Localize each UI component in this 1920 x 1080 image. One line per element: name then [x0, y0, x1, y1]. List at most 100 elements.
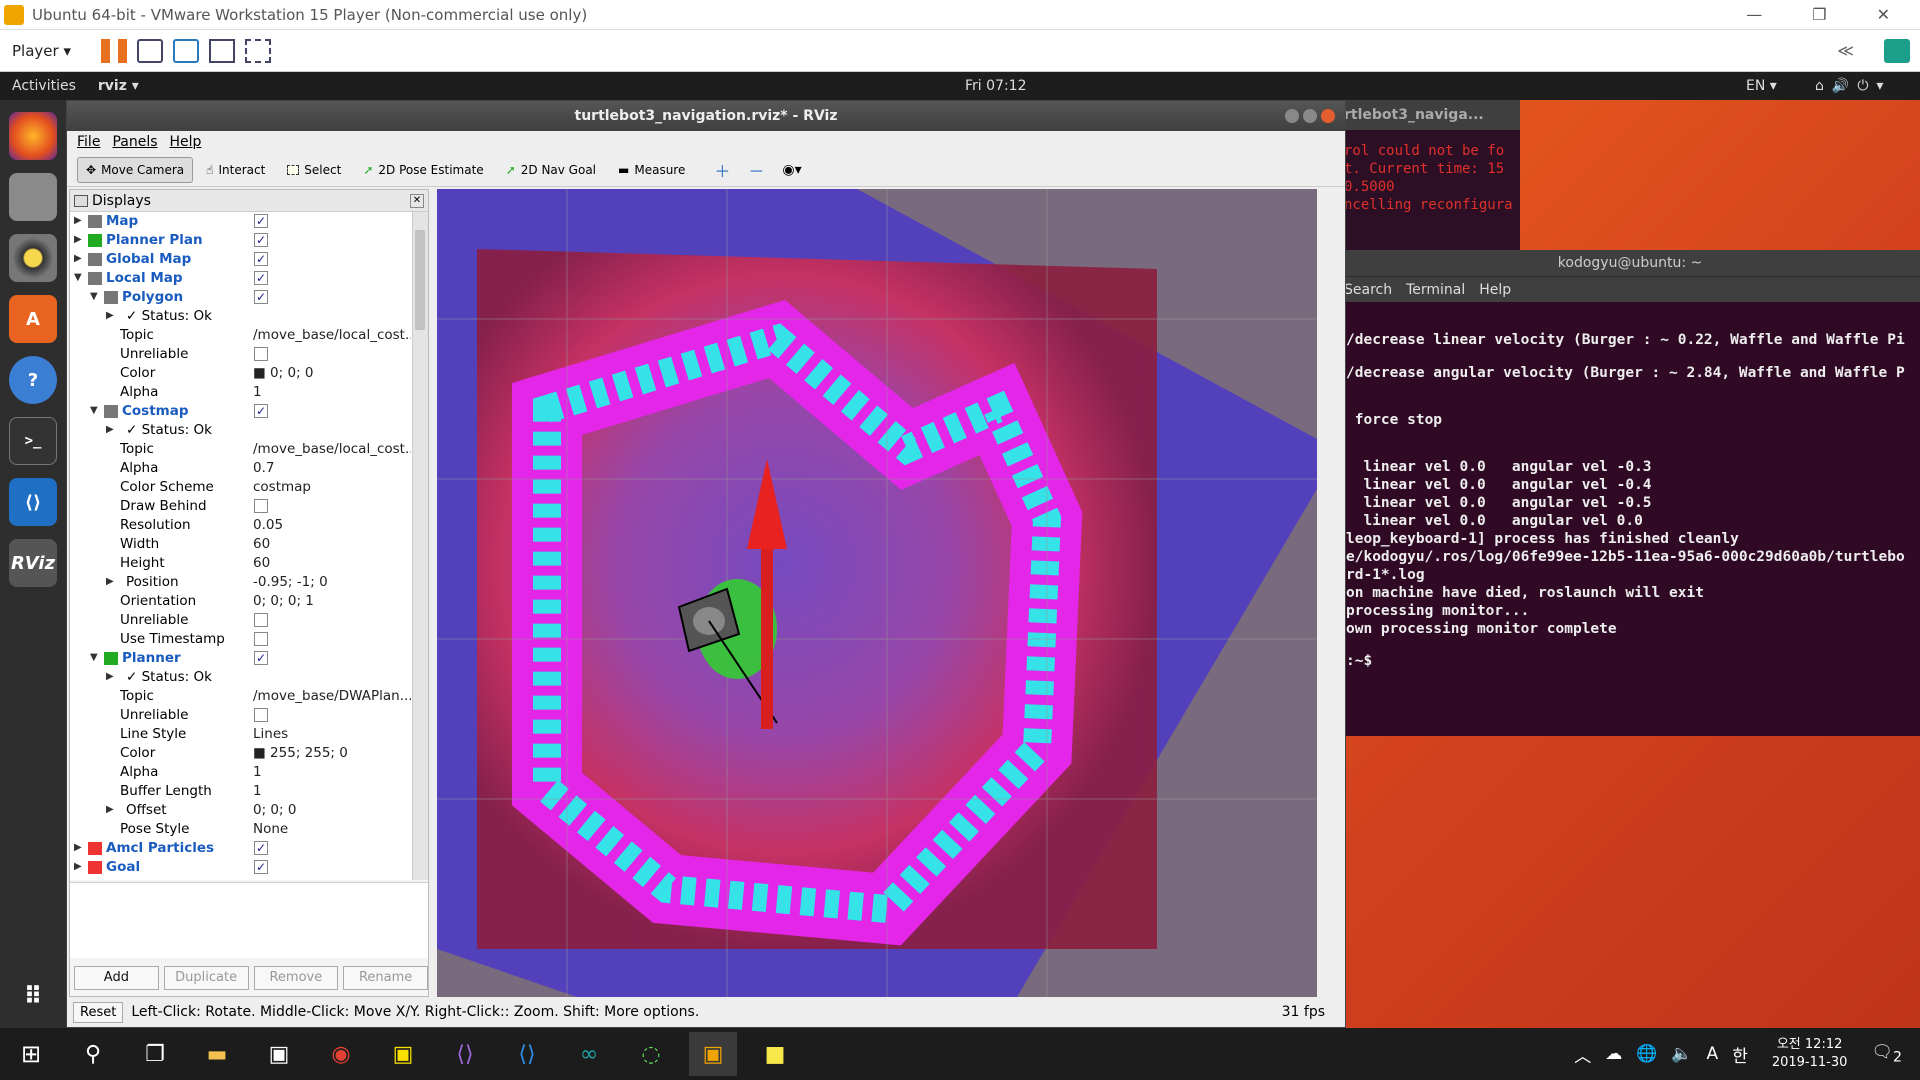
show-applications-icon[interactable]: ⠿ — [9, 972, 57, 1020]
menu-help-rviz[interactable]: Help — [170, 134, 202, 150]
vscode-taskbar-icon[interactable]: ⟨⟩ — [503, 1032, 551, 1076]
display-row[interactable]: Unreliable — [70, 611, 412, 630]
display-value[interactable]: 60 — [253, 555, 411, 571]
display-row[interactable]: Unreliable — [70, 345, 412, 364]
expand-arrow-icon[interactable]: ▶ — [74, 234, 82, 245]
tool-move-camera[interactable]: ✥ Move Camera — [77, 156, 194, 183]
collapse-arrow-icon[interactable]: ▼ — [90, 291, 98, 302]
remove-tool-icon[interactable]: － — [748, 158, 764, 182]
help-icon[interactable]: ? — [9, 356, 57, 404]
rename-button[interactable]: Rename — [343, 966, 428, 990]
expand-arrow-icon[interactable]: ▶ — [74, 253, 82, 264]
display-row[interactable]: ▶ Position -0.95; -1; 0 — [70, 573, 412, 592]
file-explorer-icon[interactable]: ▬ — [193, 1032, 241, 1076]
display-checkbox[interactable] — [254, 632, 268, 646]
onedrive-icon[interactable]: ☁ — [1605, 1044, 1622, 1064]
refresh-app-icon[interactable]: ◌ — [627, 1032, 675, 1076]
display-row[interactable]: ▶ Map ✓ — [70, 212, 412, 231]
display-row[interactable]: ▶ Goal ✓ — [70, 858, 412, 877]
korean-ime-icon[interactable]: 한 — [1732, 1042, 1748, 1067]
display-checkbox[interactable] — [254, 347, 268, 361]
display-value[interactable]: 60 — [253, 536, 411, 552]
display-row[interactable]: Width 60 — [70, 535, 412, 554]
display-row[interactable]: Color ■ 0; 0; 0 — [70, 364, 412, 383]
restore-button[interactable]: ❐ — [1812, 5, 1826, 24]
app-menu[interactable]: rviz ▾ — [98, 78, 139, 94]
close-button[interactable]: ✕ — [1877, 5, 1890, 24]
rhythmbox-icon[interactable] — [9, 234, 57, 282]
collapse-icon[interactable]: ≪ — [1837, 41, 1854, 60]
software-center-icon[interactable]: A — [9, 295, 57, 343]
collapse-arrow-icon[interactable]: ▼ — [74, 272, 82, 283]
display-value[interactable]: -0.95; -1; 0 — [253, 574, 411, 590]
display-row[interactable]: ▼ Planner ✓ — [70, 649, 412, 668]
display-row[interactable]: Color ■ 255; 255; 0 — [70, 744, 412, 763]
display-value[interactable]: 1 — [253, 783, 411, 799]
display-row[interactable]: ▶ ✓ Status: Ok — [70, 421, 412, 440]
display-value[interactable]: Lines — [253, 726, 411, 742]
expand-arrow-icon[interactable]: ▶ — [106, 804, 114, 815]
player-menu[interactable]: Player ▾ — [12, 42, 71, 60]
language-indicator[interactable]: EN ▾ — [1746, 78, 1777, 94]
display-row[interactable]: Use Timestamp — [70, 630, 412, 649]
display-checkbox[interactable] — [254, 613, 268, 627]
system-tray-icon[interactable]: ⌂🔊⏻▾ — [1815, 78, 1891, 94]
displays-tree[interactable]: ▶ Map ✓ ▶ Planner Plan ✓ ▶ Global Map ✓ ▼ Local Ma… — [70, 212, 412, 880]
display-value[interactable]: 1 — [253, 384, 411, 400]
display-row[interactable]: ▼ Polygon ✓ — [70, 288, 412, 307]
display-checkbox[interactable]: ✓ — [254, 841, 268, 855]
send-ctrl-alt-del-icon[interactable] — [137, 38, 163, 63]
tool-interact[interactable]: ☝ Interact — [197, 157, 274, 183]
clock-area[interactable]: 오전 12:12 2019-11-30 — [1772, 1036, 1848, 1072]
display-row[interactable]: Topic/move_base/local_cost... — [70, 440, 412, 459]
display-checkbox[interactable]: ✓ — [254, 860, 268, 874]
display-row[interactable]: Pose Style None — [70, 820, 412, 839]
add-button[interactable]: Add — [74, 966, 159, 990]
close-panel-icon[interactable]: ✕ — [410, 193, 424, 208]
display-row[interactable]: ▼ Costmap ✓ — [70, 402, 412, 421]
collapse-arrow-icon[interactable]: ▼ — [90, 405, 98, 416]
rviz-icon[interactable]: RViz — [9, 539, 57, 587]
menu-panels[interactable]: Panels — [112, 134, 157, 150]
vmware-taskbar-icon[interactable]: ▣ — [689, 1032, 737, 1076]
display-row[interactable]: Buffer Length 1 — [70, 782, 412, 801]
menu-terminal[interactable]: Terminal — [1406, 277, 1465, 302]
display-row[interactable]: Unreliable — [70, 706, 412, 725]
expand-arrow-icon[interactable]: ▶ — [106, 424, 114, 435]
display-checkbox[interactable]: ✓ — [254, 233, 268, 247]
display-value[interactable]: /move_base/local_cost... — [253, 441, 411, 457]
collapse-arrow-icon[interactable]: ▼ — [90, 652, 98, 663]
expand-arrow-icon[interactable]: ▶ — [106, 310, 114, 321]
display-row[interactable]: ▶ Offset 0; 0; 0 — [70, 801, 412, 820]
expand-arrow-icon[interactable]: ▶ — [74, 842, 82, 853]
firefox-icon[interactable] — [9, 112, 57, 160]
notification-icon[interactable]: 🗨2 — [1871, 1042, 1902, 1065]
display-checkbox[interactable]: ✓ — [254, 404, 268, 418]
ime-icon[interactable]: A — [1707, 1044, 1719, 1064]
display-checkbox[interactable]: ✓ — [254, 252, 268, 266]
visual-studio-icon[interactable]: ⟨⟩ — [441, 1032, 489, 1076]
windows-start-icon[interactable]: ⊞ — [7, 1032, 55, 1076]
terminal-window-small[interactable]: rtlebot3_naviga... rol could not be fo t… — [1340, 100, 1520, 250]
display-value[interactable]: /move_base/DWAPlan... — [253, 688, 411, 704]
display-row[interactable]: ▶ Global Map ✓ — [70, 250, 412, 269]
tool-2d-pose-estimate[interactable]: ➚ 2D Pose Estimate — [354, 157, 492, 183]
notes-icon[interactable] — [1884, 38, 1910, 63]
vscode-icon[interactable]: ⟨⟩ — [9, 478, 57, 526]
files-icon[interactable] — [9, 173, 57, 221]
display-value[interactable]: /move_base/local_cost... — [253, 327, 411, 343]
display-row[interactable]: Topic/move_base/DWAPlan... — [70, 687, 412, 706]
removable-devices-icon[interactable] — [173, 38, 199, 63]
pause-icon[interactable] — [101, 38, 127, 63]
add-tool-icon[interactable]: ＋ — [714, 158, 730, 182]
display-checkbox[interactable] — [254, 708, 268, 722]
menu-help[interactable]: Help — [1479, 277, 1511, 302]
display-value[interactable]: 0.05 — [253, 517, 411, 533]
display-row[interactable]: ▶ ✓ Status: Ok — [70, 307, 412, 326]
fullscreen-icon[interactable] — [209, 38, 235, 63]
camera-type-icon[interactable]: ◉▾ — [782, 162, 801, 178]
display-row[interactable]: Height 60 — [70, 554, 412, 573]
display-value[interactable]: 0; 0; 0 — [253, 802, 411, 818]
display-row[interactable]: Color Scheme costmap — [70, 478, 412, 497]
display-row[interactable]: Orientation 0; 0; 0; 1 — [70, 592, 412, 611]
